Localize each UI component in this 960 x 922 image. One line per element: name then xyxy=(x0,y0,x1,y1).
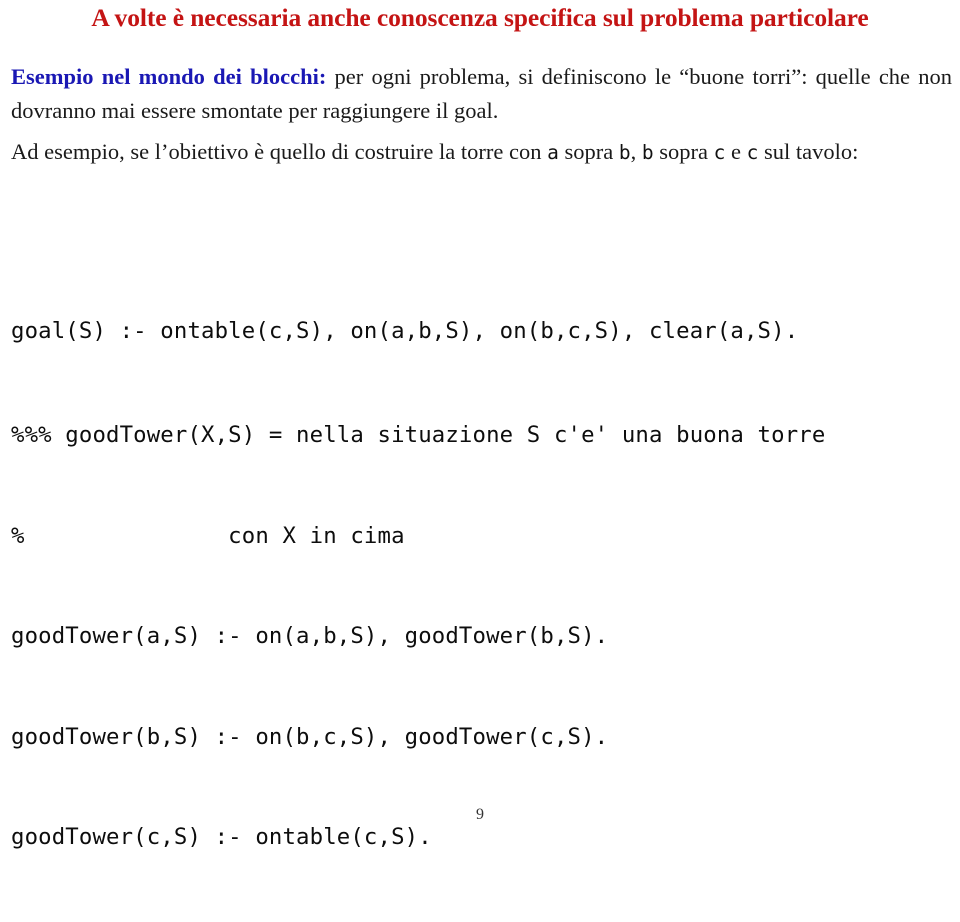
inline-code-b-2: b xyxy=(641,141,654,164)
paragraph-esempio-part4: sopra xyxy=(653,139,714,164)
inline-code-b-1: b xyxy=(618,141,631,164)
code-line: goal(S) :- ontable(c,S), on(a,b,S), on(b… xyxy=(11,318,799,344)
paragraph-esempio-part6: sul tavolo: xyxy=(758,139,859,164)
inline-code-c-2: c xyxy=(746,141,759,164)
paragraph-blocchi-lead: Esempio nel mondo dei blocchi: xyxy=(11,64,327,89)
slide-page: A volte è necessaria anche conoscenza sp… xyxy=(0,0,960,850)
code-block-goodtower: %%% goodTower(X,S) = nella situazione S … xyxy=(11,352,825,922)
code-line: goodTower(a,S) :- on(a,b,S), goodTower(b… xyxy=(11,623,609,649)
page-title: A volte è necessaria anche conoscenza sp… xyxy=(91,3,869,32)
inline-code-a-1: a xyxy=(547,141,559,164)
paragraph-esempio: Ad esempio, se l’obiettivo è quello di c… xyxy=(11,135,955,170)
paragraph-blocchi: Esempio nel mondo dei blocchi: per ogni … xyxy=(11,60,952,128)
inline-code-c-1: c xyxy=(713,141,726,164)
page-number: 9 xyxy=(476,806,484,823)
code-line: goodTower(b,S) :- on(b,c,S), goodTower(c… xyxy=(11,723,609,750)
paragraph-esempio-part2: sopra xyxy=(558,139,619,164)
code-line: %%% goodTower(X,S) = nella situazione S … xyxy=(11,422,826,448)
paragraph-esempio-part1: Ad esempio, se l’obiettivo è quello di c… xyxy=(11,139,548,164)
code-line: % con X in cima xyxy=(11,522,405,549)
paragraph-esempio-part5: e xyxy=(725,139,747,164)
paragraph-esempio-part3: , xyxy=(630,139,642,164)
code-line: goodTower(c,S) :- ontable(c,S). xyxy=(11,824,432,850)
